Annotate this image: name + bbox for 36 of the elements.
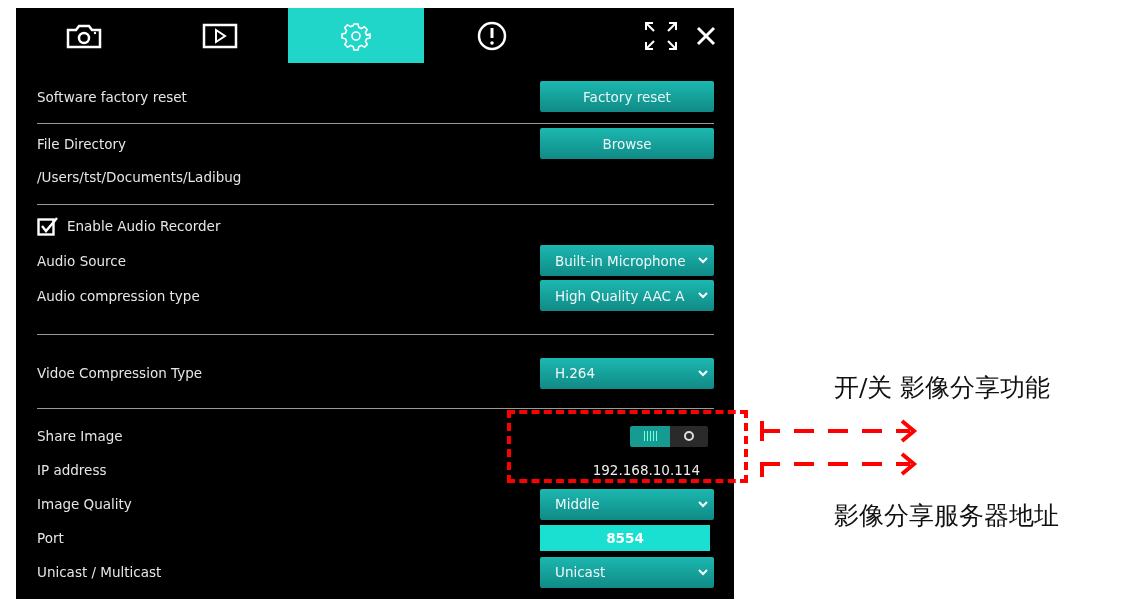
dropdown[interactable]: Middle (540, 488, 714, 520)
chevron-icon (698, 292, 708, 299)
annotation-text: 开/关 影像分享功能 (834, 372, 1051, 404)
setting-label: Vidoe Compression Type (37, 365, 202, 381)
setting-label: Software factory reset (37, 88, 187, 105)
ip-address-value: 192.168.10.114 (592, 462, 700, 478)
setting-label: Unicast / Multicast (37, 564, 162, 580)
dropdown[interactable]: Built-in Microphone (540, 245, 714, 276)
close-icon[interactable] (696, 25, 716, 46)
chevron-icon (698, 257, 708, 264)
setting-label: Audio Source (37, 252, 127, 269)
checkbox-label: Enable Audio Recorder (67, 217, 221, 234)
toggle-switch[interactable] (630, 425, 708, 447)
setting-label: Port (37, 530, 64, 546)
setting-label: Audio compression type (37, 287, 200, 304)
annotation-text: 影像分享服务器地址 (834, 500, 1059, 532)
settings-icon (341, 20, 371, 51)
fullscreen-icon[interactable] (644, 20, 678, 51)
chevron-icon (698, 500, 708, 508)
setting-label: /Users/tst/Documents/Ladibug (37, 169, 242, 185)
action-button[interactable]: Factory reset (540, 81, 714, 112)
setting-label: File Directory (37, 135, 127, 152)
play-icon (202, 22, 238, 49)
dropdown[interactable]: Unicast (540, 556, 714, 588)
checkbox[interactable] (37, 215, 59, 236)
setting-label: Share Image (37, 428, 123, 444)
camera-icon (66, 22, 102, 49)
dropdown[interactable]: H.264 (540, 357, 714, 389)
chevron-icon (698, 568, 708, 576)
setting-label: Image Quality (37, 496, 132, 512)
chevron-icon (698, 369, 708, 377)
alert-icon (477, 20, 507, 51)
dropdown[interactable]: High Quality AAC A (540, 280, 714, 311)
setting-label: IP address (37, 462, 107, 478)
action-button[interactable]: Browse (540, 128, 714, 159)
port-field[interactable]: 8554 (540, 525, 710, 551)
